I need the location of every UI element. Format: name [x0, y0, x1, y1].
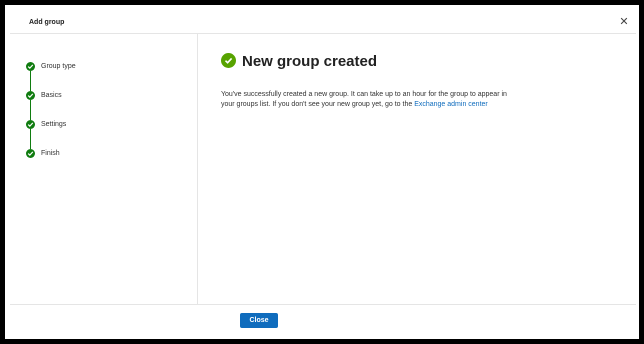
dialog-header: Add group ✕: [10, 10, 636, 34]
close-icon[interactable]: ✕: [619, 17, 629, 28]
add-group-dialog: Add group ✕ Group type Basics Settings F…: [10, 10, 636, 338]
step-label: Basics: [41, 92, 62, 99]
dialog-footer: Close: [10, 304, 636, 339]
step-connector: [30, 129, 31, 149]
success-check-icon: [221, 53, 236, 68]
exchange-admin-center-link[interactable]: Exchange admin center: [414, 101, 488, 108]
dialog-title: Add group: [29, 19, 65, 26]
step-label: Settings: [41, 121, 67, 128]
step-label: Finish: [41, 150, 60, 157]
wizard-steps: Group type Basics Settings Finish: [10, 34, 198, 304]
check-circle-icon: [26, 91, 35, 100]
check-circle-icon: [26, 120, 35, 129]
page-title: New group created: [242, 53, 378, 70]
step-label: Group type: [41, 63, 76, 70]
window-frame: Add group ✕ Group type Basics Settings F…: [0, 0, 644, 344]
step-connector: [30, 71, 31, 91]
close-button[interactable]: Close: [240, 313, 278, 328]
check-circle-icon: [26, 62, 35, 71]
check-circle-icon: [26, 149, 35, 158]
step-connector: [30, 100, 31, 120]
content-panel: New group created You've successfully cr…: [198, 34, 636, 304]
success-message: You've successfully created a new group.…: [221, 90, 521, 110]
